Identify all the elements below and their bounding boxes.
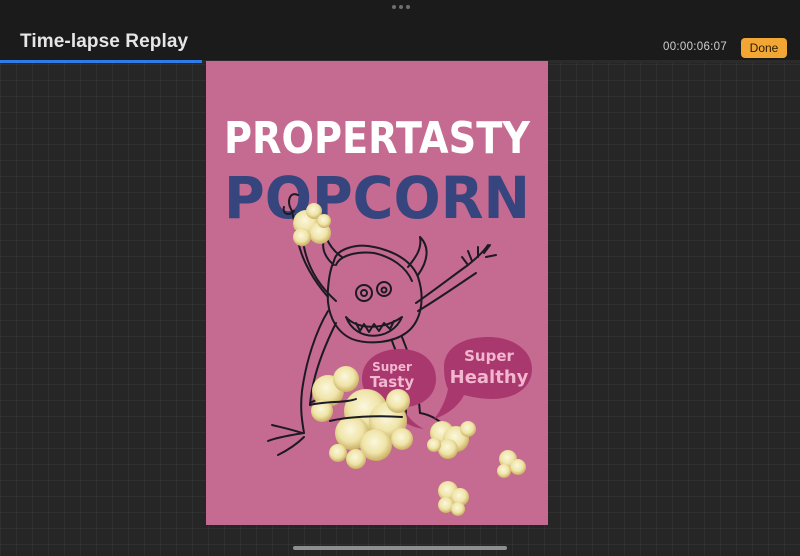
top-bar: Time-lapse Replay 00:00:06:07 Done — [0, 0, 800, 63]
ellipsis-grabber-icon[interactable] — [392, 5, 410, 9]
bubble-right-line2: Healthy — [450, 367, 529, 388]
window-title: Time-lapse Replay — [20, 31, 189, 52]
timelapse-replay-screen: Time-lapse Replay 00:00:06:07 Done PROPE… — [0, 0, 800, 556]
bubble-left-line2: Tasty — [370, 373, 415, 391]
home-indicator[interactable] — [293, 546, 507, 550]
artwork-illustration: PROPERTASTY POPCORN Super Tasty Super He… — [224, 113, 532, 516]
speech-bubble-super-healthy: Super Healthy — [434, 337, 532, 419]
bubble-right-line1: Super — [464, 347, 514, 365]
popcorn-piece — [427, 421, 476, 459]
headline-propertasty: PROPERTASTY — [224, 113, 531, 164]
done-button[interactable]: Done — [741, 38, 787, 58]
bubble-left-line1: Super — [372, 360, 412, 374]
popcorn-piece — [438, 481, 469, 516]
timecode: 00:00:06:07 — [663, 41, 728, 53]
playback-progress-fill — [0, 60, 202, 63]
popcorn-piece — [497, 450, 526, 478]
headline-popcorn: POPCORN — [224, 164, 530, 232]
artwork-canvas: PROPERTASTY POPCORN Super Tasty Super He… — [206, 61, 548, 525]
